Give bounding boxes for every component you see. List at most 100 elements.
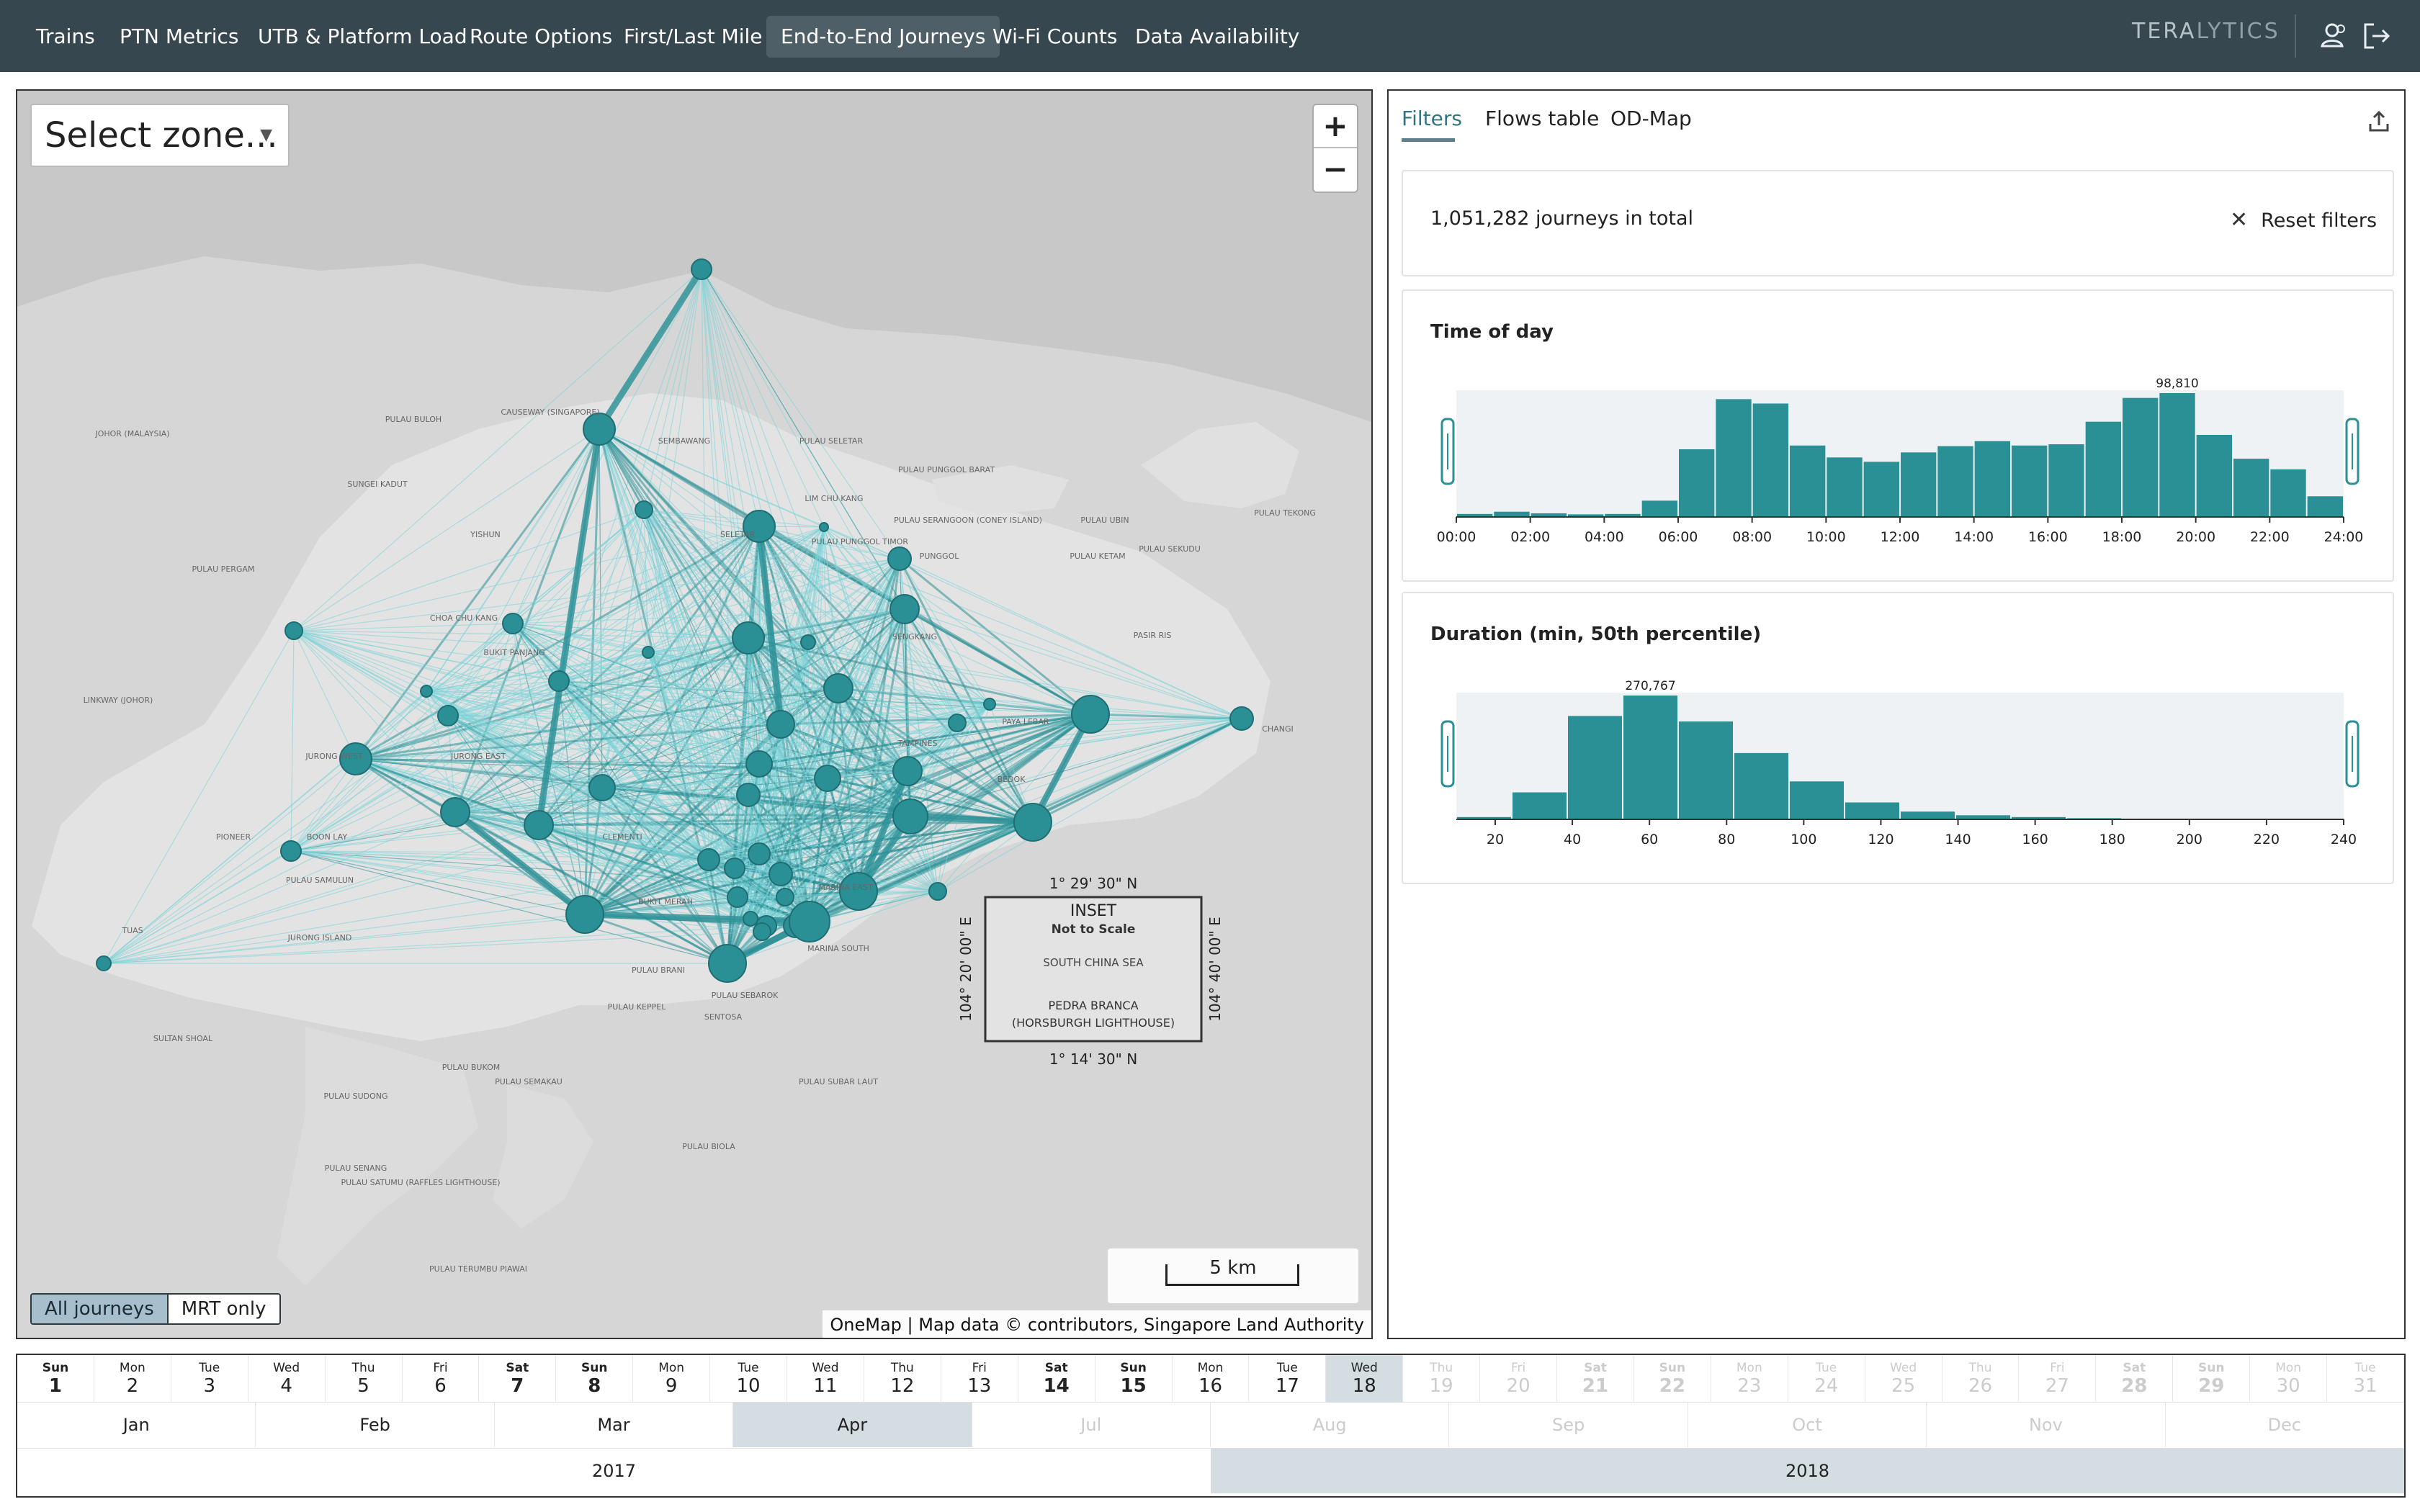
histogram-bar[interactable] <box>1568 716 1622 819</box>
month-cell[interactable]: Jan <box>17 1403 256 1447</box>
day-cell[interactable]: Fri 20 <box>1480 1355 1558 1403</box>
flow-node[interactable] <box>502 613 524 634</box>
day-cell[interactable]: Mon 2 <box>94 1355 171 1403</box>
flow-node[interactable] <box>948 714 967 732</box>
histogram-bar[interactable] <box>2048 444 2084 517</box>
flow-node[interactable] <box>1229 706 1254 731</box>
nav-route-options[interactable]: Route Options <box>455 16 627 58</box>
tab-flows-table[interactable]: Flows table <box>1485 107 1599 130</box>
flow-node[interactable] <box>635 500 653 519</box>
day-cell[interactable]: Fri 27 <box>2019 1355 2097 1403</box>
flow-node[interactable] <box>437 705 459 726</box>
flow-node[interactable] <box>697 848 720 871</box>
day-cell[interactable]: Sat 7 <box>479 1355 557 1403</box>
flow-node[interactable] <box>1071 695 1110 734</box>
day-cell[interactable]: Thu 5 <box>326 1355 403 1403</box>
flow-node[interactable] <box>691 258 712 280</box>
day-cell[interactable]: Sat 14 <box>1018 1355 1095 1403</box>
histogram-bar[interactable] <box>1937 446 1973 517</box>
zoom-out-button[interactable]: − <box>1314 148 1357 192</box>
month-cell[interactable]: Mar <box>495 1403 734 1447</box>
month-cell[interactable]: Dec <box>2166 1403 2404 1447</box>
histogram-bar[interactable] <box>1734 752 1788 819</box>
flow-node[interactable] <box>284 621 303 640</box>
nav-utb-platform-load[interactable]: UTB & Platform Load <box>243 16 482 58</box>
histogram-bar[interactable] <box>1679 449 1715 517</box>
duration-histogram[interactable]: 270,767 20 40 60 80 100 120 140 160 180 200 220 240 <box>1403 593 2396 886</box>
histogram-bar[interactable] <box>1901 811 1955 819</box>
flow-node[interactable] <box>420 685 433 698</box>
histogram-bar[interactable] <box>2196 434 2232 517</box>
day-cell[interactable]: Fri 6 <box>403 1355 480 1403</box>
zoom-in-button[interactable]: + <box>1314 105 1357 148</box>
tab-filters[interactable]: Filters <box>1402 107 1462 130</box>
flow-node[interactable] <box>732 621 765 654</box>
flow-node[interactable] <box>789 901 830 942</box>
histogram-bar[interactable] <box>1901 452 1937 517</box>
histogram-bar[interactable] <box>2307 496 2343 517</box>
nav-end-to-end-journeys[interactable]: End-to-End Journeys <box>766 16 1000 58</box>
users-icon[interactable] <box>2315 17 2352 55</box>
flow-node[interactable] <box>642 646 655 659</box>
day-cell[interactable]: Sun 8 <box>556 1355 634 1403</box>
toggle-mrt-only[interactable]: MRT only <box>168 1295 279 1323</box>
day-cell[interactable]: Tue 17 <box>1249 1355 1327 1403</box>
day-cell[interactable]: Sun 15 <box>1095 1355 1173 1403</box>
day-cell[interactable]: Mon 9 <box>633 1355 711 1403</box>
nav-first-last-mile[interactable]: First/Last Mile <box>609 16 777 58</box>
day-cell[interactable]: Sun 1 <box>17 1355 94 1403</box>
flow-node[interactable] <box>727 886 748 908</box>
flow-node[interactable] <box>280 840 302 862</box>
month-cell[interactable]: Sep <box>1449 1403 1688 1447</box>
nav-trains[interactable]: Trains <box>22 16 109 58</box>
export-icon[interactable] <box>2367 109 2391 134</box>
day-cell[interactable]: Mon 23 <box>1711 1355 1788 1403</box>
histogram-bar[interactable] <box>1752 403 1788 517</box>
histogram-bar[interactable] <box>1863 462 1899 517</box>
flow-node[interactable] <box>776 888 794 906</box>
flow-node[interactable] <box>892 756 923 786</box>
flow-node[interactable] <box>814 765 841 792</box>
flow-node[interactable] <box>753 922 771 941</box>
histogram-bar[interactable] <box>2159 393 2195 517</box>
month-cell[interactable]: Feb <box>256 1403 495 1447</box>
day-cell[interactable]: Mon 30 <box>2250 1355 2328 1403</box>
histogram-bar[interactable] <box>2012 445 2048 517</box>
flow-node[interactable] <box>889 594 920 624</box>
flow-node[interactable] <box>928 882 947 901</box>
flow-node[interactable] <box>819 522 829 532</box>
flow-node[interactable] <box>748 842 771 865</box>
flow-node[interactable] <box>1013 803 1052 842</box>
day-cell[interactable]: Wed 25 <box>1865 1355 1942 1403</box>
day-cell[interactable]: Thu 19 <box>1403 1355 1481 1403</box>
flow-node[interactable] <box>983 698 996 711</box>
flow-node[interactable] <box>724 858 745 879</box>
day-cell[interactable]: Tue 24 <box>1788 1355 1865 1403</box>
map-canvas[interactable]: INSET Not to Scale SOUTH CHINA SEA PEDRA… <box>17 91 1371 1338</box>
histogram-bar[interactable] <box>1494 511 1530 517</box>
histogram-bar[interactable] <box>2270 469 2306 517</box>
flow-node[interactable] <box>768 862 793 886</box>
logout-icon[interactable] <box>2358 17 2396 55</box>
nav-data-availability[interactable]: Data Availability <box>1121 16 1314 58</box>
toggle-all-journeys[interactable]: All journeys <box>32 1295 169 1323</box>
flow-node[interactable] <box>766 710 795 739</box>
histogram-bar[interactable] <box>2085 421 2121 517</box>
flow-node[interactable] <box>548 670 570 692</box>
histogram-bar[interactable] <box>1512 792 1567 819</box>
day-cell[interactable]: Sun 22 <box>1634 1355 1711 1403</box>
day-cell[interactable]: Wed 4 <box>248 1355 326 1403</box>
flow-node[interactable] <box>708 944 747 983</box>
day-cell[interactable]: Tue 31 <box>2327 1355 2404 1403</box>
histogram-bar[interactable] <box>1974 441 2010 517</box>
month-cell[interactable]: Aug <box>1211 1403 1450 1447</box>
day-cell[interactable]: Mon 16 <box>1173 1355 1250 1403</box>
histogram-bar[interactable] <box>1790 445 1826 517</box>
day-cell[interactable]: Tue 10 <box>710 1355 788 1403</box>
month-cell[interactable]: Apr <box>733 1403 972 1447</box>
histogram-bar[interactable] <box>1827 457 1863 517</box>
flow-node[interactable] <box>588 774 616 801</box>
reset-filters-button[interactable]: ✕ Reset filters <box>2230 207 2377 233</box>
histogram-bar[interactable] <box>1790 781 1844 819</box>
time-of-day-histogram[interactable]: 98,810 00:00 02:00 04:00 06:00 08:00 10:00 12:0… <box>1403 291 2396 583</box>
